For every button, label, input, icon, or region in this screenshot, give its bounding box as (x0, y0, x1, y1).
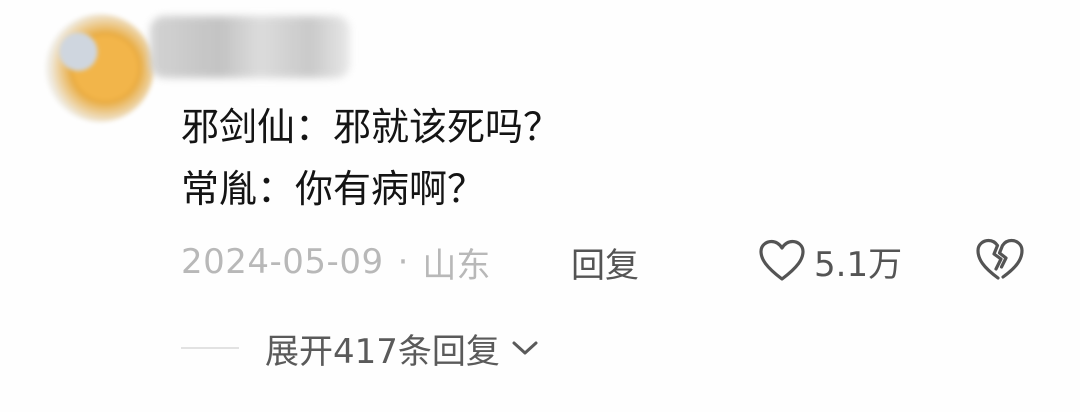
chevron-down-icon (512, 341, 538, 355)
comment-location: 山东 (422, 245, 491, 286)
comment-line-2: 常胤：你有病啊？ (181, 167, 486, 211)
dislike-button[interactable] (974, 236, 1026, 286)
like-button[interactable]: 5.1万 (758, 236, 902, 286)
username-blurred[interactable] (150, 16, 350, 78)
expand-replies-row: 展开417条回复 (181, 322, 540, 374)
comment-body: 邪剑仙：邪就该死吗？ 常胤：你有病啊？ (181, 96, 561, 220)
reply-label: 回复 (571, 245, 639, 286)
heart-outline-icon (759, 239, 805, 281)
comment-meta: 2024-05-09 · 山东 (181, 238, 490, 286)
broken-heart-icon (976, 238, 1024, 280)
avatar[interactable] (46, 14, 154, 122)
meta-separator: · (397, 242, 409, 282)
reply-button[interactable]: 回复 (571, 238, 639, 286)
expand-replies-label: 展开417条回复 (265, 331, 500, 372)
like-count: 5.1万 (814, 244, 903, 285)
divider-line (181, 347, 239, 349)
expand-replies-button[interactable]: 展开417条回复 (265, 324, 540, 373)
comment-line-1: 邪剑仙：邪就该死吗？ (181, 105, 562, 149)
comment-date: 2024-05-09 (181, 242, 384, 282)
